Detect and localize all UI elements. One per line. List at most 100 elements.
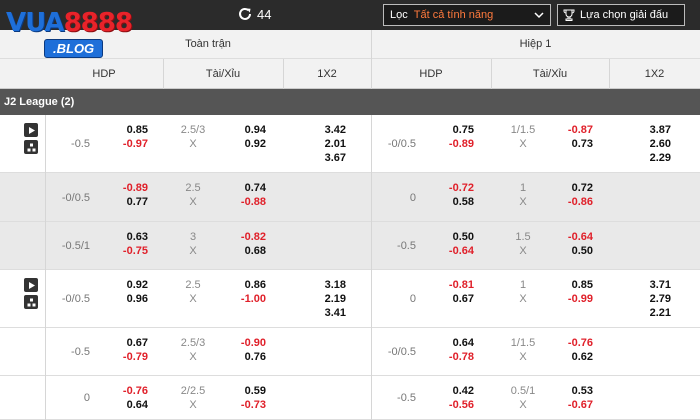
half-hdp-line: -0.5 [397,392,416,404]
col-1x2: 1X2 [317,67,337,80]
odds-1x2[interactable]: 3.41 [300,306,346,320]
odds-hdp-away[interactable]: 0.96 [100,292,148,306]
odds-half-hdp-away[interactable]: -0.89 [426,137,474,151]
odds-hdp-away[interactable]: -0.79 [100,350,148,364]
half-ou-under-label: X [519,351,527,363]
half-ou-line: 1 [519,182,527,194]
play-icon[interactable] [24,278,38,292]
odds-half-hdp-away[interactable]: -0.64 [426,244,474,258]
odds-hdp-away[interactable]: 0.77 [100,195,148,209]
odds-half-hdp-away[interactable]: -0.78 [426,350,474,364]
filter-value: Tất cả tính năng [413,9,494,21]
league-select-button[interactable]: Lựa chọn giải đấu [557,4,685,26]
odds-hdp-home[interactable]: 0.85 [100,123,148,137]
odds-half-over[interactable]: -0.87 [545,123,593,137]
odds-over[interactable]: -0.82 [218,230,266,244]
league-header[interactable]: J2 League (2) [0,89,700,115]
site-logo[interactable]: VUA8888 .BLOG [6,10,134,60]
col-half-hdp: HDP [419,67,443,80]
stats-icon[interactable] [24,295,38,309]
refresh-icon [239,7,251,20]
odds-under[interactable]: 0.76 [218,350,266,364]
half-hdp-line: -0.5 [397,240,416,252]
half-hdp-line: 0 [409,192,416,204]
odds-over[interactable]: 0.74 [218,181,266,195]
odds-half-hdp-home[interactable]: -0.72 [426,181,474,195]
match-icons [24,123,38,154]
odds-half-hdp-home[interactable]: 0.75 [426,123,474,137]
odds-under[interactable]: 0.92 [218,137,266,151]
ou-line: 2.5/3 [180,337,206,349]
odds-half-over[interactable]: 0.85 [545,278,593,292]
odds-half-1x2[interactable]: 2.29 [625,151,671,165]
filter-label: Lọc [390,9,408,21]
odds-half-1x2[interactable]: 2.21 [625,306,671,320]
odds-under[interactable]: -0.88 [218,195,266,209]
odds-1x2[interactable]: 3.42 [300,123,346,137]
odds-under[interactable]: -0.73 [218,398,266,412]
odds-hdp-away[interactable]: -0.97 [100,137,148,151]
half-header: Hiệp 1 [519,38,552,50]
odds-half-hdp-away[interactable]: 0.67 [426,292,474,306]
odds-over[interactable]: 0.86 [218,278,266,292]
odds-over[interactable]: 0.59 [218,384,266,398]
filter-dropdown[interactable]: Lọc Tất cả tính năng [383,4,551,26]
odds-half-1x2[interactable]: 2.60 [625,137,671,151]
odds-half-hdp-home[interactable]: -0.81 [426,278,474,292]
odds-half-hdp-home[interactable]: 0.50 [426,230,474,244]
half-ou-line: 1.5 [515,231,531,243]
stats-icon[interactable] [24,140,38,154]
hdp-line: -0.5 [71,346,90,358]
odds-half-under[interactable]: 0.73 [545,137,593,151]
odds-1x2[interactable]: 2.01 [300,137,346,151]
ou-line: 2.5 [185,182,201,194]
odds-half-1x2[interactable]: 3.87 [625,123,671,137]
odds-hdp-home[interactable]: -0.76 [100,384,148,398]
odds-over[interactable]: -0.90 [218,336,266,350]
odds-half-over[interactable]: -0.76 [545,336,593,350]
odds-1x2[interactable]: 3.67 [300,151,346,165]
hdp-line: -0/0.5 [61,293,90,305]
odds-hdp-home[interactable]: -0.89 [100,181,148,195]
odds-under[interactable]: 0.68 [218,244,266,258]
odds-hdp-home[interactable]: 0.67 [100,336,148,350]
odds-half-hdp-home[interactable]: 0.64 [426,336,474,350]
half-ou-under-label: X [519,196,527,208]
odds-hdp-home[interactable]: 0.63 [100,230,148,244]
odds-half-over[interactable]: 0.53 [545,384,593,398]
ou-under-label: X [189,245,197,257]
odds-over[interactable]: 0.94 [218,123,266,137]
ou-line: 2.5 [185,279,201,291]
odds-half-over[interactable]: 0.72 [545,181,593,195]
odds-half-under[interactable]: -0.86 [545,195,593,209]
odds-half-under[interactable]: 0.62 [545,350,593,364]
half-hdp-line: -0/0.5 [387,346,416,358]
half-ou-line: 0.5/1 [510,385,536,397]
odds-half-under[interactable]: -0.99 [545,292,593,306]
odds-1x2[interactable]: 3.18 [300,278,346,292]
odds-half-1x2[interactable]: 3.71 [625,278,671,292]
match-icons [24,278,38,309]
odds-half-hdp-away[interactable]: 0.58 [426,195,474,209]
odds-hdp-home[interactable]: 0.92 [100,278,148,292]
odds-half-over[interactable]: -0.64 [545,230,593,244]
odds-half-under[interactable]: 0.50 [545,244,593,258]
odds-1x2[interactable]: 2.19 [300,292,346,306]
divider [371,115,372,420]
half-ou-line: 1 [519,279,527,291]
play-icon[interactable] [24,123,38,137]
ou-under-label: X [189,293,197,305]
odds-hdp-away[interactable]: -0.75 [100,244,148,258]
chevron-down-icon [534,12,544,19]
half-ou-under-label: X [519,293,527,305]
odds-hdp-away[interactable]: 0.64 [100,398,148,412]
match-row: -0.5 0.85 -0.97 2.5/3 X 0.94 0.92 3.42 2.01 3.67 -… [0,115,700,173]
odds-under[interactable]: -1.00 [218,292,266,306]
odds-half-under[interactable]: -0.67 [545,398,593,412]
odds-half-1x2[interactable]: 2.79 [625,292,671,306]
refresh-button[interactable]: 44 [237,6,271,22]
col-half-1x2: 1X2 [644,67,665,80]
odds-half-hdp-home[interactable]: 0.42 [426,384,474,398]
league-select-label: Lựa chọn giải đấu [580,9,669,21]
odds-half-hdp-away[interactable]: -0.56 [426,398,474,412]
